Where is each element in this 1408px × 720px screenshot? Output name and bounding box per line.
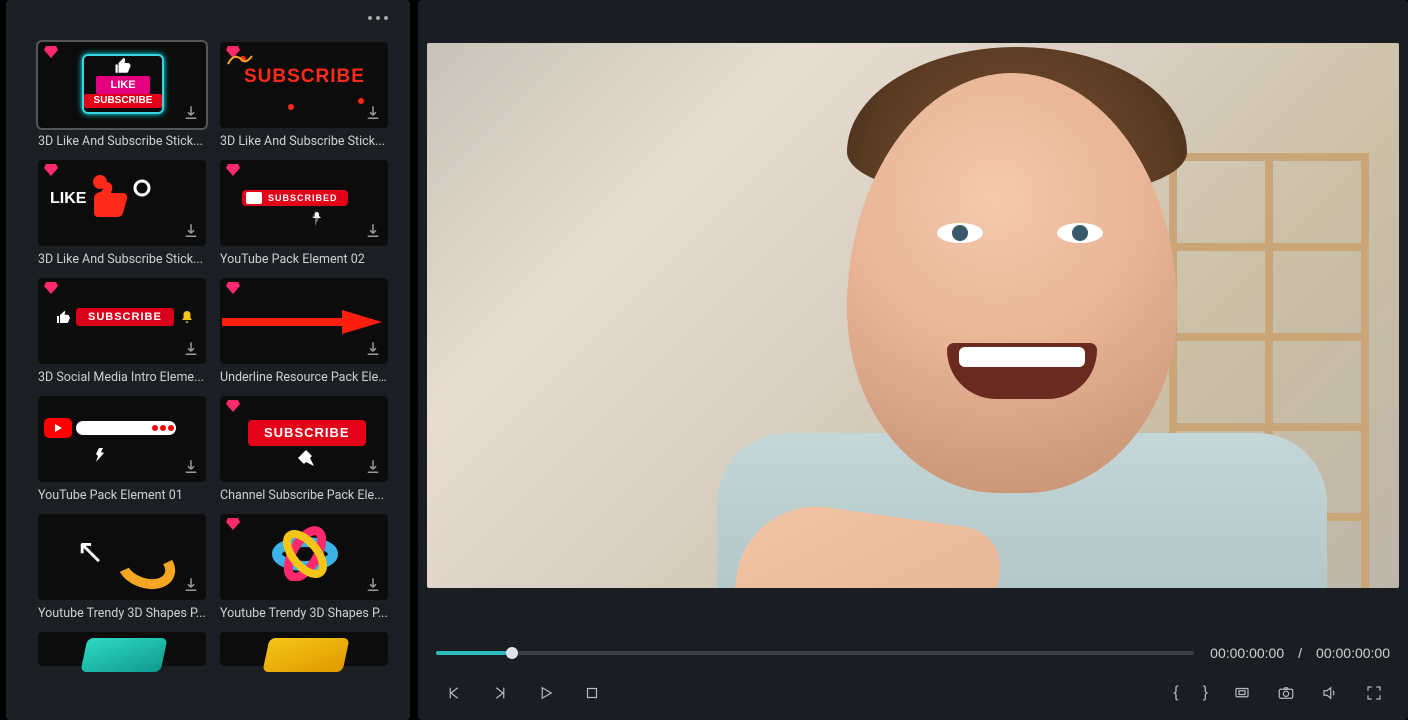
video-preview[interactable] <box>427 43 1399 588</box>
download-icon[interactable] <box>182 222 200 240</box>
library-item-label: Underline Resource Pack Ele... <box>220 370 388 388</box>
premium-icon <box>226 164 240 176</box>
library-item[interactable]: LIKE 3D Like And Subscribe Stick... <box>38 160 206 270</box>
library-panel: LIKESUBSCRIBE 3D Like And Subscribe Stic… <box>6 0 410 720</box>
library-item[interactable]: ↖ Youtube Trendy 3D Shapes P... <box>38 514 206 624</box>
prev-frame-button[interactable] <box>444 683 464 703</box>
volume-button[interactable] <box>1320 683 1340 703</box>
download-icon[interactable] <box>364 104 382 122</box>
mark-in-button[interactable]: { <box>1173 684 1178 702</box>
download-icon[interactable] <box>364 222 382 240</box>
total-time: 00:00:00:00 <box>1316 645 1390 661</box>
library-item[interactable]: SUBSCRIBE 3D Like And Subscribe Stick... <box>220 42 388 152</box>
library-item[interactable]: SUBSCRIBE 3D Social Media Intro Eleme... <box>38 278 206 388</box>
library-item-label: Channel Subscribe Pack Ele... <box>220 488 388 506</box>
library-item-label: 3D Like And Subscribe Stick... <box>38 252 206 270</box>
premium-icon <box>44 282 58 294</box>
download-icon[interactable] <box>364 458 382 476</box>
preview-panel: 00:00:00:00 / 00:00:00:00 { } <box>418 0 1408 720</box>
premium-icon <box>44 46 58 58</box>
stop-button[interactable] <box>582 683 602 703</box>
premium-icon <box>226 400 240 412</box>
mark-out-button[interactable]: } <box>1203 684 1208 702</box>
library-item-label: Youtube Trendy 3D Shapes P... <box>38 606 206 624</box>
premium-icon <box>226 518 240 530</box>
premium-icon <box>226 282 240 294</box>
download-icon[interactable] <box>182 340 200 358</box>
library-item[interactable]: LIKESUBSCRIBE 3D Like And Subscribe Stic… <box>38 42 206 152</box>
library-item[interactable]: Underline Resource Pack Ele... <box>220 278 388 388</box>
premium-icon <box>44 164 58 176</box>
time-separator: / <box>1298 645 1302 661</box>
download-icon[interactable] <box>364 340 382 358</box>
seek-fill <box>436 651 512 655</box>
library-item-label: YouTube Pack Element 01 <box>38 488 206 506</box>
more-options-button[interactable] <box>368 16 388 20</box>
download-icon[interactable] <box>182 576 200 594</box>
download-icon[interactable] <box>182 458 200 476</box>
seek-knob[interactable] <box>506 647 518 659</box>
library-header <box>6 0 410 36</box>
library-item-label: 3D Social Media Intro Eleme... <box>38 370 206 388</box>
library-grid[interactable]: LIKESUBSCRIBE 3D Like And Subscribe Stic… <box>6 36 410 720</box>
library-item[interactable]: YouTube Pack Element 01 <box>38 396 206 506</box>
current-time: 00:00:00:00 <box>1210 645 1284 661</box>
download-icon[interactable] <box>364 576 382 594</box>
library-item[interactable] <box>38 632 206 666</box>
fullscreen-button[interactable] <box>1364 683 1384 703</box>
library-item-label: YouTube Pack Element 02 <box>220 252 388 270</box>
library-item[interactable] <box>220 632 388 666</box>
download-icon[interactable] <box>182 104 200 122</box>
library-item-label: 3D Like And Subscribe Stick... <box>220 134 388 152</box>
next-frame-button[interactable] <box>490 683 510 703</box>
library-item[interactable]: SUBSCRIBE Channel Subscribe Pack Ele... <box>220 396 388 506</box>
play-button[interactable] <box>536 683 556 703</box>
snapshot-button[interactable] <box>1276 683 1296 703</box>
cursor-icon: ↖ <box>76 532 105 572</box>
library-item-label: Youtube Trendy 3D Shapes P... <box>220 606 388 624</box>
library-item-label: 3D Like And Subscribe Stick... <box>38 134 206 152</box>
library-item[interactable]: SUBSCRIBED YouTube Pack Element 02 <box>220 160 388 270</box>
seek-slider[interactable] <box>436 651 1194 655</box>
crop-button[interactable] <box>1232 683 1252 703</box>
library-item[interactable]: Youtube Trendy 3D Shapes P... <box>220 514 388 624</box>
